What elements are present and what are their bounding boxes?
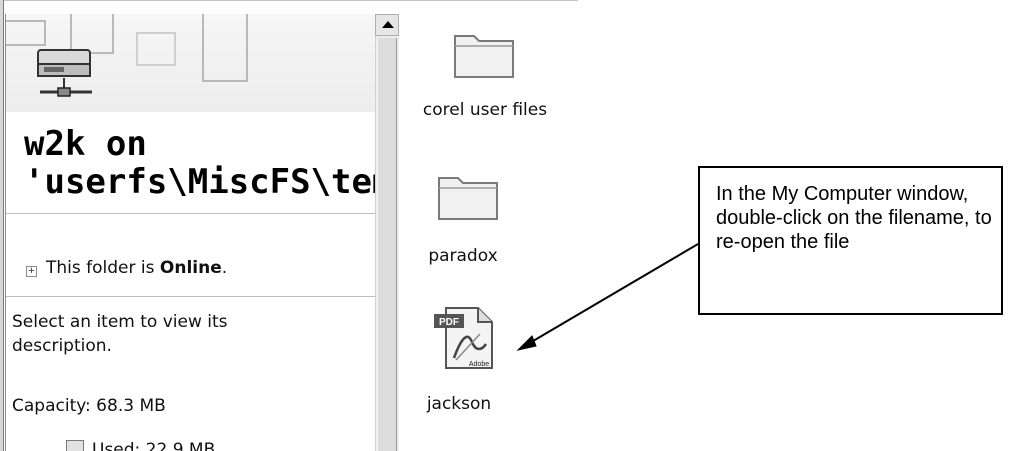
description-line-2: description. bbox=[12, 336, 112, 356]
description-line-1: Select an item to view its bbox=[12, 312, 228, 332]
banner-decor-frame bbox=[202, 14, 248, 82]
my-computer-window: w2k on 'userfs\MiscFS\tem| + This folder… bbox=[0, 0, 578, 451]
file-name: jackson bbox=[426, 394, 492, 414]
task-pane-banner bbox=[6, 14, 376, 122]
capacity-text: Capacity: 68.3 MB bbox=[12, 396, 166, 416]
online-status-text: This folder is Online. bbox=[46, 258, 227, 278]
network-drive-icon bbox=[37, 49, 92, 97]
folder-icon bbox=[438, 177, 498, 220]
file-list: corel user files paradox PDF Adobe jacks… bbox=[400, 14, 578, 451]
online-status-value: Online bbox=[159, 258, 222, 278]
window-left-border bbox=[0, 0, 4, 451]
banner-decor-frame bbox=[6, 20, 46, 46]
file-name: corel user files bbox=[422, 100, 548, 120]
pdf-badge-label: PDF bbox=[439, 317, 459, 328]
file-item-jackson[interactable]: PDF Adobe jackson bbox=[384, 304, 534, 414]
plus-icon[interactable]: + bbox=[26, 266, 37, 277]
pane-divider bbox=[6, 296, 376, 297]
file-item-paradox[interactable]: paradox bbox=[384, 164, 534, 274]
file-item-corel-user-files[interactable]: corel user files bbox=[410, 22, 560, 132]
task-pane-title-line-2: 'userfs\MiscFS\tem| bbox=[24, 162, 376, 202]
window-top-border bbox=[0, 0, 578, 13]
pane-divider bbox=[6, 213, 376, 214]
file-name: paradox bbox=[428, 246, 498, 266]
instruction-callout: In the My Computer window, double-click … bbox=[698, 166, 1003, 315]
adobe-brand-label: Adobe bbox=[469, 361, 489, 368]
scroll-up-arrow-icon[interactable] bbox=[375, 14, 399, 36]
banner-decor-frame bbox=[136, 32, 176, 66]
task-pane-title-line-1: w2k on bbox=[24, 124, 147, 164]
task-pane: w2k on 'userfs\MiscFS\tem| + This folder… bbox=[5, 14, 376, 451]
folder-icon bbox=[454, 35, 514, 78]
used-space-text: Used: 22.9 MB bbox=[92, 440, 216, 451]
task-pane-title-area: w2k on 'userfs\MiscFS\tem| bbox=[6, 112, 376, 212]
online-status-suffix: . bbox=[221, 258, 228, 278]
pdf-file-icon: PDF Adobe bbox=[434, 307, 493, 369]
used-space-swatch bbox=[66, 440, 84, 451]
online-status-prefix: This folder is bbox=[46, 258, 160, 278]
